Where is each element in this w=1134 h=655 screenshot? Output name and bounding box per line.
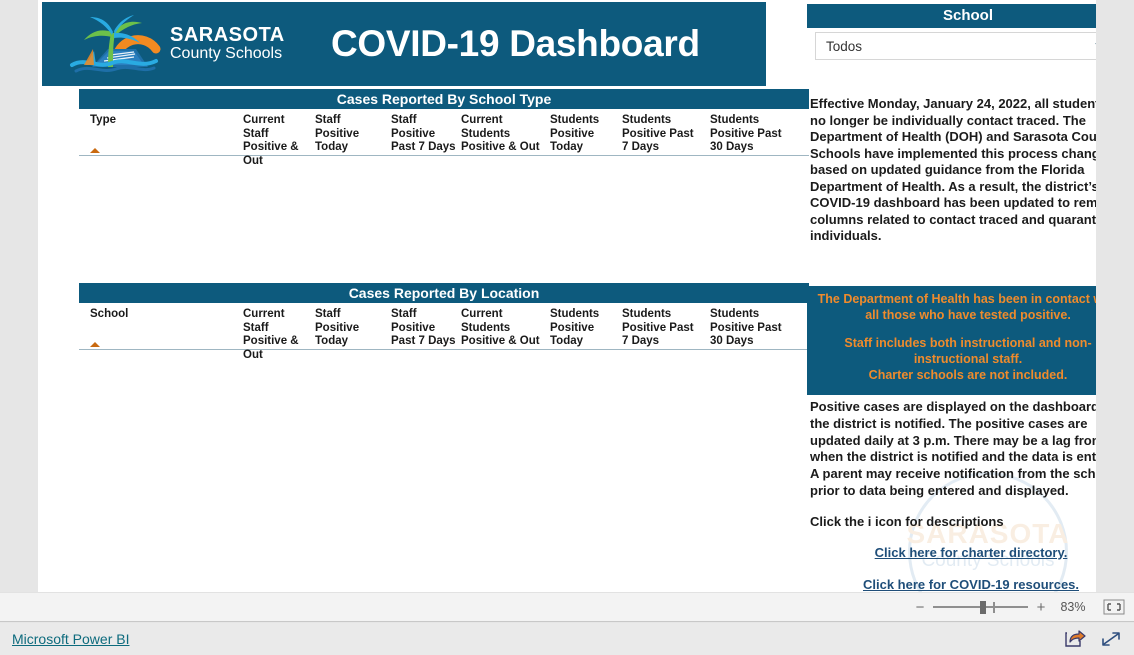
logo-line1: SARASOTA [170, 24, 285, 47]
sarasota-county-schools-logo-icon [64, 13, 162, 75]
sort-ascending-icon[interactable] [90, 342, 100, 347]
fit-to-screen-icon[interactable] [1102, 598, 1126, 616]
column-header-students-positive-past-30-days[interactable]: Students Positive Past 30 Days [710, 308, 782, 349]
share-icon[interactable] [1062, 629, 1088, 649]
power-bi-report-viewer: SARASOTA County Schools SARASOTA County … [0, 0, 1134, 655]
table-body-empty [79, 156, 809, 282]
zoom-control[interactable]: − + 83% [911, 598, 1126, 616]
column-header-staff-positive-today[interactable]: Staff Positive Today [315, 114, 381, 155]
report-header: SARASOTA County Schools COVID-19 Dashboa… [42, 2, 766, 86]
table-header-row: Type Current Staff Positive & Out Staff … [79, 109, 809, 167]
column-header-students-positive-today[interactable]: Students Positive Today [550, 308, 620, 349]
column-header-students-positive-today[interactable]: Students Positive Today [550, 114, 620, 155]
page-title: COVID-19 Dashboard [330, 23, 700, 64]
horizontal-scroll-strip[interactable]: − + 83% [0, 592, 1134, 622]
footnote-paragraph: Positive cases are displayed on the dash… [810, 399, 1096, 498]
microsoft-power-bi-link[interactable]: Microsoft Power BI [12, 631, 129, 647]
table-header-row: School Current Staff Positive & Out Staf… [79, 303, 809, 361]
logo-wordmark: SARASOTA County Schools [170, 25, 285, 62]
column-header-current-students-positive-out[interactable]: Current Students Positive & Out [461, 114, 541, 155]
left-gutter [0, 0, 38, 592]
sort-ascending-icon[interactable] [90, 148, 100, 153]
table-title: Cases Reported By Location [79, 283, 809, 303]
footnote-spacer [810, 500, 1096, 514]
zoom-slider-tick [993, 602, 995, 613]
right-gutter [1096, 0, 1134, 592]
column-header-students-positive-past-7-days[interactable]: Students Positive Past 7 Days [622, 114, 698, 155]
charter-directory-link[interactable]: Click here for charter directory. [810, 545, 1096, 562]
highlight-gap [811, 323, 1096, 335]
column-header-current-staff-positive-out[interactable]: Current Staff Positive & Out [243, 308, 311, 362]
table-title: Cases Reported By School Type [79, 89, 809, 109]
zoom-in-button[interactable]: + [1032, 599, 1050, 616]
report-footer: Microsoft Power BI [0, 623, 1134, 655]
table-body-empty [79, 350, 809, 510]
zoom-percent-label: 83% [1060, 600, 1086, 614]
school-dropdown[interactable]: Todos [815, 32, 1096, 60]
fullscreen-icon[interactable] [1098, 629, 1124, 649]
column-header-students-positive-past-7-days[interactable]: Students Positive Past 7 Days [622, 308, 698, 349]
covid-resources-link[interactable]: Click here for COVID-19 resources. [810, 577, 1096, 592]
highlight-line2: Staff includes both instructional and no… [844, 336, 1092, 366]
notice-text: Effective Monday, January 24, 2022, all … [810, 96, 1096, 243]
report-canvas: SARASOTA County Schools SARASOTA County … [38, 0, 1096, 592]
highlight-line3: Charter schools are not included. [868, 368, 1068, 382]
table-cases-by-location: Cases Reported By Location School Curren… [79, 283, 809, 510]
column-header-current-staff-positive-out[interactable]: Current Staff Positive & Out [243, 114, 311, 168]
highlight-callout: The Department of Health has been in con… [807, 286, 1096, 395]
column-header-staff-positive-past-7-days[interactable]: Staff Positive Past 7 Days [391, 114, 459, 155]
column-header-staff-positive-today[interactable]: Staff Positive Today [315, 308, 381, 349]
footnote-block: Positive cases are displayed on the dash… [810, 399, 1096, 592]
zoom-slider-thumb[interactable] [980, 601, 986, 614]
zoom-slider[interactable] [933, 601, 1028, 614]
column-header-current-students-positive-out[interactable]: Current Students Positive & Out [461, 308, 541, 349]
school-filter-title: School [807, 4, 1096, 28]
zoom-out-button[interactable]: − [911, 599, 929, 616]
table-cases-by-school-type: Cases Reported By School Type Type Curre… [79, 89, 809, 282]
logo-line2: County Schools [170, 45, 283, 63]
school-dropdown-value: Todos [826, 38, 863, 54]
column-header-staff-positive-past-7-days[interactable]: Staff Positive Past 7 Days [391, 308, 459, 349]
highlight-line1: The Department of Health has been in con… [817, 292, 1096, 322]
footnote-click-info: Click the i icon for descriptions [810, 513, 1004, 529]
column-header-students-positive-past-30-days[interactable]: Students Positive Past 30 Days [710, 114, 782, 155]
